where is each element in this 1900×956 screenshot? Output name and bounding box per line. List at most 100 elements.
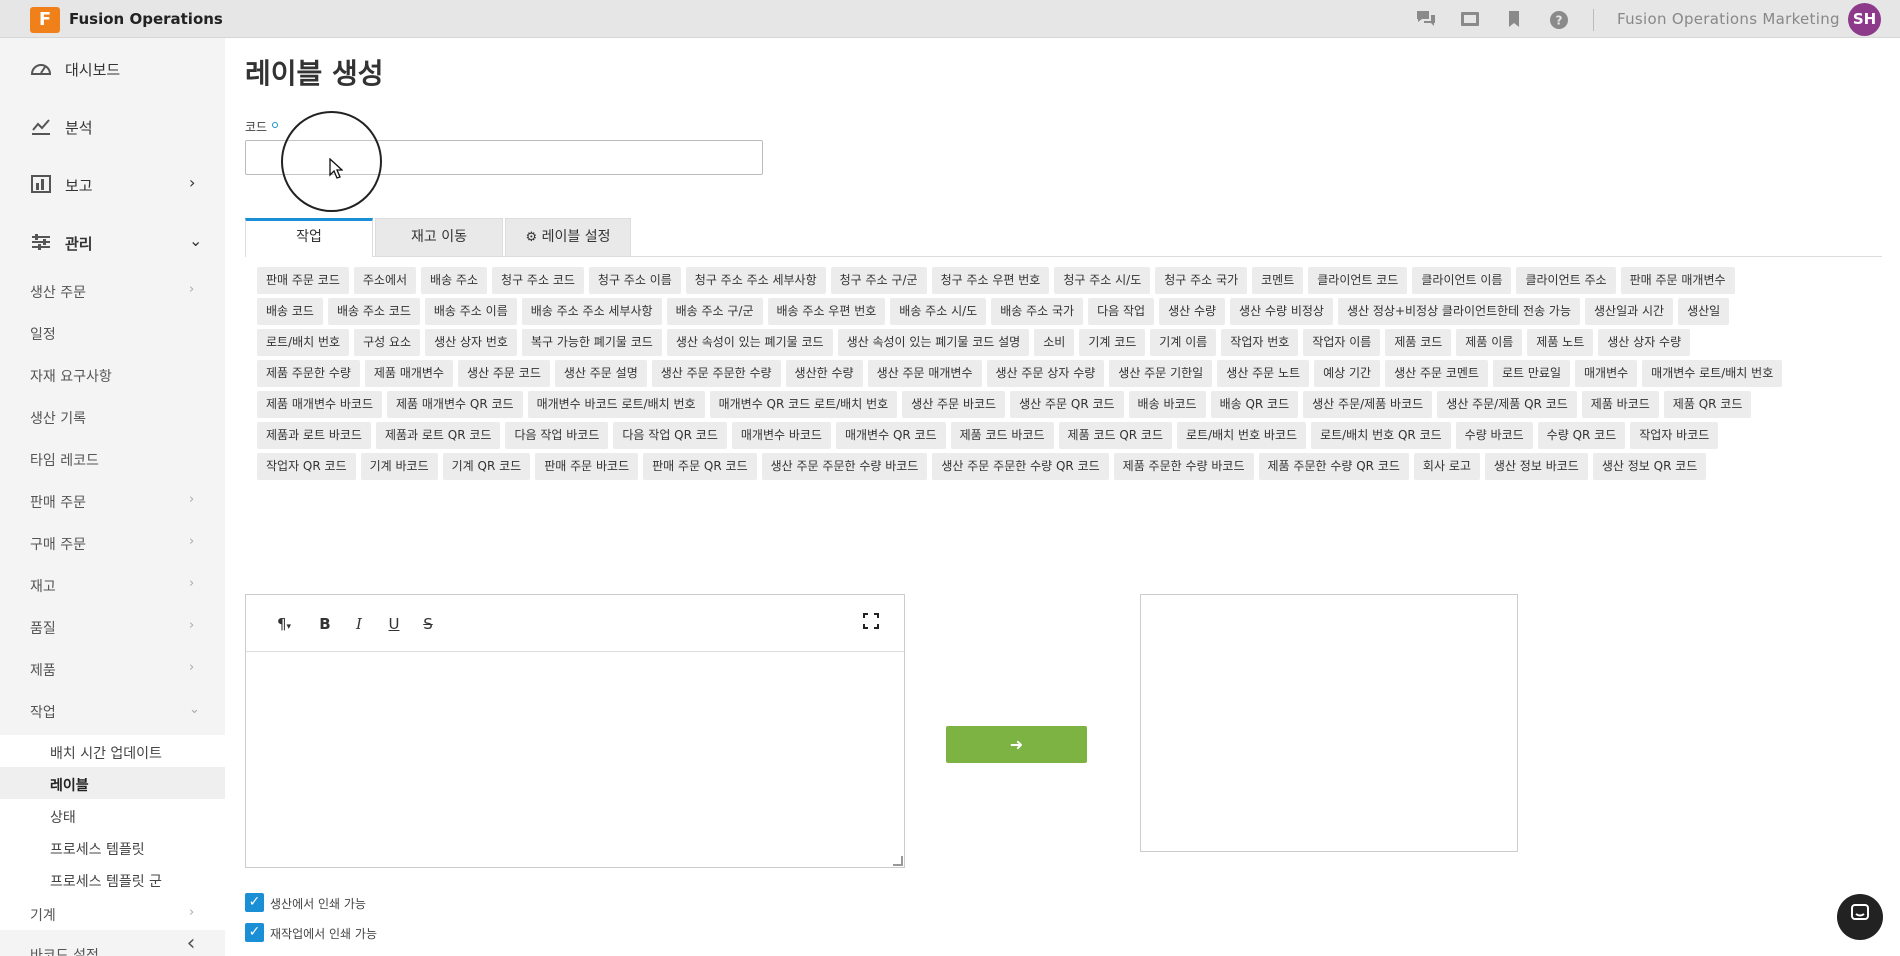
field-chip[interactable]: 클라이언트 이름 [1412,267,1512,294]
field-chip[interactable]: 생산 주문 주문한 수량 [651,360,781,387]
field-chip[interactable]: 배송 주소 시/도 [890,298,987,325]
field-chip[interactable]: 로트/배치 번호 QR 코드 [1311,422,1451,449]
sidebar-item-time-records[interactable]: 타임 레코드 [0,441,225,477]
sidebar-item-inventory[interactable]: 재고 › [0,567,225,603]
field-chip[interactable]: 판매 주문 QR 코드 [643,453,757,480]
field-chip[interactable]: 클라이언트 코드 [1308,267,1408,294]
field-chip[interactable]: 매개변수 [1575,360,1638,387]
field-chip[interactable]: 제품 주문한 수량 QR 코드 [1258,453,1409,480]
sidebar-item-production-records[interactable]: 생산 기록 [0,399,225,435]
sidebar-item-material-requirements[interactable]: 자재 요구사항 [0,357,225,393]
bold-button[interactable]: B [314,613,336,635]
sidebar-item-analytics[interactable]: 분석 [0,107,225,147]
field-chip[interactable]: 매개변수 QR 코드 로트/배치 번호 [709,391,898,418]
sidebar-item-status[interactable]: 상태 [0,799,225,831]
org-name[interactable]: Fusion Operations Marketing [1617,10,1840,28]
strikethrough-button[interactable]: S [417,613,439,635]
chat-icon[interactable] [1415,9,1437,29]
avatar[interactable]: SH [1848,3,1881,36]
field-chip[interactable]: 생산 상자 수량 [1598,329,1691,356]
sidebar-item-report[interactable]: 보고 › [0,165,225,205]
field-chip[interactable]: 생산일 [1678,298,1730,325]
tab-inventory-move[interactable]: 재고 이동 [375,218,503,256]
field-chip[interactable]: 제품 주문한 수량 바코드 [1113,453,1254,480]
field-chip[interactable]: 주소에서 [353,267,417,294]
field-chip[interactable]: 기계 이름 [1150,329,1217,356]
field-chip[interactable]: 회사 로고 [1413,453,1480,480]
field-chip[interactable]: 구성 요소 [354,329,421,356]
field-chip[interactable]: 소비 [1034,329,1075,356]
field-chip[interactable]: 제품 주문한 수량 [257,360,360,387]
field-chip[interactable]: 배송 주소 [421,267,488,294]
sidebar-item-purchase-orders[interactable]: 구매 주문 › [0,525,225,561]
checkmark-icon[interactable]: ✓ [245,923,264,942]
field-chip[interactable]: 제품 노트 [1527,329,1594,356]
media-icon[interactable] [1459,9,1481,29]
field-chip[interactable]: 생산 주문/제품 바코드 [1303,391,1433,418]
field-chip[interactable]: 청구 주소 시/도 [1054,267,1151,294]
italic-button[interactable]: I [348,613,370,635]
field-chip[interactable]: 청구 주소 주소 세부사항 [685,267,826,294]
sidebar-item-quality[interactable]: 품질 › [0,609,225,645]
generate-preview-button[interactable]: ➜ [946,726,1087,763]
field-chip[interactable]: 제품 매개변수 QR 코드 [387,391,523,418]
fullscreen-button[interactable] [860,613,882,635]
field-chip[interactable]: 복구 가능한 폐기물 코드 [521,329,662,356]
field-chip[interactable]: 청구 주소 우편 번호 [931,267,1050,294]
field-chip[interactable]: 배송 주소 국가 [991,298,1084,325]
field-chip[interactable]: 생산 정상+비정상 클라이언트한테 전송 가능 [1337,298,1581,325]
field-chip[interactable]: 생산 주문 노트 [1217,360,1310,387]
field-chip[interactable]: 제품 매개변수 [364,360,453,387]
field-chip[interactable]: 판매 주문 바코드 [535,453,639,480]
app-title[interactable]: Fusion Operations [69,10,223,28]
field-chip[interactable]: 기계 QR 코드 [442,453,531,480]
field-chip[interactable]: 제품 QR 코드 [1663,391,1752,418]
field-chip[interactable]: 수량 QR 코드 [1537,422,1626,449]
field-chip[interactable]: 생산 속성이 있는 폐기물 코드 설명 [837,329,1030,356]
sidebar-item-schedule[interactable]: 일정 [0,315,225,351]
field-chip[interactable]: 청구 주소 이름 [588,267,681,294]
sidebar-collapse-icon[interactable]: ‹ [180,933,202,955]
label-editor[interactable]: ¶▾ B I U S [245,594,905,868]
field-chip[interactable]: 생산 수량 비정상 [1230,298,1333,325]
field-chip[interactable]: 생산 주문 QR 코드 [1010,391,1124,418]
sidebar-item-sales-orders[interactable]: 판매 주문 › [0,483,225,519]
field-chip[interactable]: 판매 주문 매개변수 [1620,267,1735,294]
field-chip[interactable]: 매개변수 로트/배치 번호 [1642,360,1783,387]
field-chip[interactable]: 매개변수 QR 코드 [835,422,946,449]
field-chip[interactable]: 로트/배치 번호 [257,329,350,356]
field-chip[interactable]: 배송 주소 주소 세부사항 [521,298,662,325]
field-chip[interactable]: 제품 바코드 [1581,391,1659,418]
field-chip[interactable]: 생산 정보 바코드 [1484,453,1588,480]
sidebar-item-products[interactable]: 제품 › [0,651,225,687]
bookmark-icon[interactable] [1503,9,1525,29]
field-chip[interactable]: 생산 주문 매개변수 [867,360,982,387]
field-chip[interactable]: 청구 주소 국가 [1155,267,1248,294]
paragraph-format-button[interactable]: ¶▾ [270,613,298,635]
tab-work[interactable]: 작업 [245,218,373,257]
field-chip[interactable]: 다음 작업 QR 코드 [613,422,727,449]
field-chip[interactable]: 생산일과 시간 [1585,298,1674,325]
field-chip[interactable]: 배송 코드 [257,298,323,325]
field-chip[interactable]: 작업자 바코드 [1630,422,1719,449]
field-chip[interactable]: 예상 기간 [1314,360,1381,387]
field-chip[interactable]: 배송 주소 우편 번호 [767,298,886,325]
field-chip[interactable]: 생산 상자 번호 [425,329,517,356]
field-chip[interactable]: 배송 QR 코드 [1210,391,1299,418]
field-chip[interactable]: 판매 주문 코드 [257,267,349,294]
checkmark-icon[interactable]: ✓ [245,893,264,912]
field-chip[interactable]: 제품과 로트 바코드 [257,422,371,449]
sidebar-item-dashboard[interactable]: 대시보드 [0,49,225,89]
field-chip[interactable]: 생산 주문 상자 수량 [986,360,1105,387]
sidebar-item-admin[interactable]: 관리 ⌄ [0,223,225,263]
underline-button[interactable]: U [383,613,405,635]
field-chip[interactable]: 매개변수 바코드 로트/배치 번호 [527,391,705,418]
field-chip[interactable]: 작업자 번호 [1221,329,1299,356]
field-chip[interactable]: 제품 코드 [1385,329,1452,356]
field-chip[interactable]: 생산 주문 코드 [457,360,550,387]
support-chat-button[interactable] [1837,894,1883,940]
field-chip[interactable]: 제품 코드 QR 코드 [1058,422,1173,449]
field-chip[interactable]: 생산 주문 기한일 [1109,360,1213,387]
field-chip[interactable]: 작업자 이름 [1303,329,1381,356]
help-icon[interactable]: ? [1548,9,1570,29]
